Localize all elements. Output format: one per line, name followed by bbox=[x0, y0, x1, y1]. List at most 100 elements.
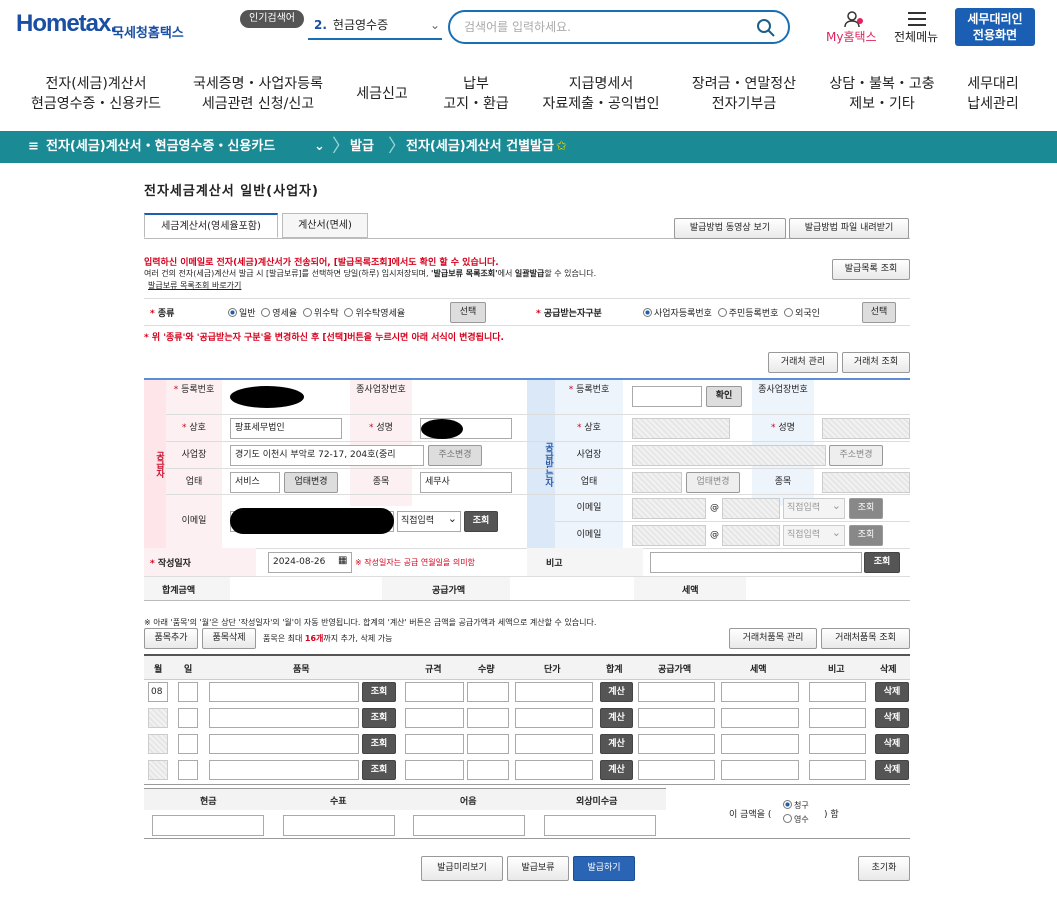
chevron-down-icon[interactable]: ⌄ bbox=[314, 131, 325, 163]
supply-input[interactable] bbox=[638, 682, 715, 702]
supply-input[interactable] bbox=[638, 708, 715, 728]
buyer-biztype-change-button[interactable]: 업태변경 bbox=[686, 472, 740, 493]
supplier-email-domain-select[interactable]: 직접입력 bbox=[397, 509, 461, 532]
calc-button[interactable]: 계산 bbox=[600, 734, 633, 754]
tab-invoice[interactable]: 계산서(면세) bbox=[282, 213, 368, 238]
supplier-email-lookup-button[interactable]: 조회 bbox=[464, 511, 498, 532]
hometax-logo[interactable]: Hometax. bbox=[16, 10, 117, 38]
buyer-email2-domain-input[interactable] bbox=[722, 525, 780, 546]
breadcrumb-issue[interactable]: 발급 bbox=[350, 131, 374, 163]
hold-list-link[interactable]: 발급보류 목록조회 바로가기 bbox=[148, 280, 241, 291]
item-name-input[interactable] bbox=[209, 682, 359, 702]
download-guide-button[interactable]: 발급방법 파일 내려받기 bbox=[789, 218, 909, 239]
supplier-addr-input[interactable]: 경기도 이천시 부악로 72-17, 204호(중리 bbox=[230, 445, 424, 466]
nav-item-consult[interactable]: 상담・불복・고충 제보・기타 bbox=[822, 74, 942, 114]
buyer-addr-input[interactable] bbox=[632, 445, 826, 466]
supplier-addr-change-button[interactable]: 주소변경 bbox=[428, 445, 482, 466]
buyer-email1-id-input[interactable] bbox=[632, 498, 706, 519]
qty-input[interactable] bbox=[467, 708, 509, 728]
search-icon[interactable] bbox=[756, 18, 776, 38]
unit-price-input[interactable] bbox=[515, 734, 593, 754]
note-input[interactable] bbox=[809, 760, 866, 780]
remark-lookup-button[interactable]: 조회 bbox=[864, 552, 900, 573]
supply-input[interactable] bbox=[638, 760, 715, 780]
tax-input[interactable] bbox=[721, 708, 799, 728]
spec-input[interactable] bbox=[405, 760, 464, 780]
month-input[interactable] bbox=[148, 760, 168, 780]
buyer-kind-radio-group[interactable]: 사업자등록번호 주민등록번호 외국인 bbox=[643, 306, 820, 319]
logo-korean-text[interactable]: 국세청홈택스 bbox=[112, 22, 184, 41]
buyer-email1-lookup-button[interactable]: 조회 bbox=[849, 498, 883, 519]
partner-lookup-button[interactable]: 거래처 조회 bbox=[842, 352, 910, 373]
radio-resident-no[interactable] bbox=[717, 308, 727, 317]
partner-item-lookup-button[interactable]: 거래처품목 조회 bbox=[821, 628, 910, 649]
buyer-email2-lookup-button[interactable]: 조회 bbox=[849, 525, 883, 546]
nav-item-tax-report[interactable]: 세금신고 bbox=[350, 84, 414, 104]
radio-zero-rate[interactable] bbox=[261, 308, 271, 317]
spec-input[interactable] bbox=[405, 734, 464, 754]
nav-item-certificates[interactable]: 국세증명・사업자등록 세금관련 신청/신고 bbox=[186, 74, 330, 114]
tax-input[interactable] bbox=[721, 760, 799, 780]
buyer-addr-change-button[interactable]: 주소변경 bbox=[829, 445, 883, 466]
reset-button[interactable]: 초기화 bbox=[858, 856, 910, 881]
breadcrumb-menu[interactable]: 전자(세금)계산서・현금영수증・신용카드 bbox=[46, 131, 275, 163]
preview-button[interactable]: 발급미리보기 bbox=[421, 856, 503, 881]
add-item-button[interactable]: 품목추가 bbox=[144, 628, 198, 649]
buyer-email1-domain-select[interactable]: 직접입력 bbox=[783, 496, 845, 519]
buyer-kind-select-button[interactable]: 선택 bbox=[862, 302, 896, 323]
search-input[interactable]: 검색어를 입력하세요. bbox=[448, 10, 790, 44]
radio-consign-zero[interactable] bbox=[344, 308, 354, 317]
partner-manage-button[interactable]: 거래처 관리 bbox=[768, 352, 838, 373]
calc-button[interactable]: 계산 bbox=[600, 760, 633, 780]
spec-input[interactable] bbox=[405, 682, 464, 702]
tab-tax-invoice[interactable]: 세금계산서(영세율포함) bbox=[144, 213, 278, 238]
nav-item-einvoice[interactable]: 전자(세금)계산서 현금영수증・신용카드 bbox=[28, 74, 164, 114]
supplier-name-input[interactable]: 팡표세무법인 bbox=[230, 418, 342, 439]
buyer-reg-confirm-button[interactable]: 확인 bbox=[706, 386, 742, 407]
qty-input[interactable] bbox=[467, 682, 509, 702]
kind-select-button[interactable]: 선택 bbox=[450, 302, 486, 323]
popular-search-select[interactable]: 2. 현금영수증 ⌄ bbox=[308, 12, 442, 40]
month-input[interactable] bbox=[148, 734, 168, 754]
item-name-input[interactable] bbox=[209, 760, 359, 780]
buyer-rep-input[interactable] bbox=[822, 418, 910, 439]
supply-input[interactable] bbox=[638, 734, 715, 754]
buyer-item-input[interactable] bbox=[822, 472, 910, 493]
note-input[interactable] bbox=[413, 815, 525, 836]
calendar-icon[interactable]: ▦ bbox=[338, 555, 347, 566]
buyer-email2-domain-select[interactable]: 직접입력 bbox=[783, 523, 845, 546]
hold-button[interactable]: 발급보류 bbox=[507, 856, 569, 881]
radio-biz-no[interactable] bbox=[643, 308, 652, 317]
month-input[interactable] bbox=[148, 708, 168, 728]
calc-button[interactable]: 계산 bbox=[600, 682, 633, 702]
item-name-input[interactable] bbox=[209, 708, 359, 728]
day-input[interactable] bbox=[178, 734, 198, 754]
full-menu-link[interactable]: 전체메뉴 bbox=[894, 28, 938, 45]
delete-row-button[interactable]: 삭제 bbox=[875, 734, 909, 754]
delete-row-button[interactable]: 삭제 bbox=[875, 682, 909, 702]
cash-input[interactable] bbox=[152, 815, 264, 836]
supplier-biztype-input[interactable]: 서비스 bbox=[230, 472, 280, 493]
day-input[interactable] bbox=[178, 760, 198, 780]
item-lookup-button[interactable]: 조회 bbox=[362, 734, 396, 754]
remark-input[interactable] bbox=[650, 552, 862, 573]
hamburger-icon[interactable]: ≡ bbox=[28, 131, 39, 163]
video-guide-button[interactable]: 발급방법 동영상 보기 bbox=[674, 218, 786, 239]
spec-input[interactable] bbox=[405, 708, 464, 728]
qty-input[interactable] bbox=[467, 734, 509, 754]
note-input[interactable] bbox=[809, 682, 866, 702]
note-input[interactable] bbox=[809, 708, 866, 728]
radio-general[interactable] bbox=[228, 308, 237, 317]
nav-item-payment[interactable]: 납부 고지・환급 bbox=[436, 74, 516, 114]
qty-input[interactable] bbox=[467, 760, 509, 780]
nav-item-agent[interactable]: 세무대리 납세관리 bbox=[958, 74, 1028, 114]
partner-item-manage-button[interactable]: 거래처품목 관리 bbox=[729, 628, 817, 649]
day-input[interactable] bbox=[178, 682, 198, 702]
user-icon[interactable] bbox=[844, 10, 864, 28]
delete-row-button[interactable]: 삭제 bbox=[875, 760, 909, 780]
unit-price-input[interactable] bbox=[515, 760, 593, 780]
hamburger-icon[interactable] bbox=[908, 12, 926, 26]
buyer-name-input[interactable] bbox=[632, 418, 730, 439]
my-hometax-link[interactable]: My홈택스 bbox=[826, 28, 877, 45]
calc-button[interactable]: 계산 bbox=[600, 708, 633, 728]
